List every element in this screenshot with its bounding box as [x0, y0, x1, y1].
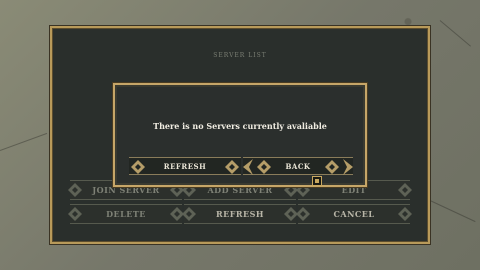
diamond-icon — [182, 207, 196, 221]
diamond-icon — [68, 207, 82, 221]
diamond-icon — [225, 160, 239, 174]
no-servers-dialog: There is no Servers currently avaliable … — [113, 83, 367, 187]
dialog-refresh-label: REFRESH — [163, 161, 207, 171]
dialog-refresh-button[interactable]: REFRESH — [129, 157, 241, 175]
diamond-icon — [325, 160, 339, 174]
diamond-icon — [68, 183, 82, 197]
cancel-button[interactable]: CANCEL — [296, 204, 412, 224]
background-crack — [0, 132, 48, 151]
server-list-title: SERVER LIST — [213, 52, 267, 59]
refresh-list-button[interactable]: REFRESH — [182, 204, 298, 224]
diamond-icon — [398, 183, 412, 197]
diamond-icon — [398, 207, 412, 221]
diamond-icon — [284, 207, 298, 221]
background-crack — [439, 20, 471, 47]
cursor-icon — [312, 176, 322, 186]
diamond-icon — [131, 160, 145, 174]
background-crack — [429, 200, 476, 223]
chevron-right-icon — [343, 159, 353, 175]
diamond-icon — [296, 207, 310, 221]
dialog-back-button[interactable]: BACK — [243, 157, 353, 175]
delete-label: DELETE — [106, 209, 146, 219]
dialog-message: There is no Servers currently avaliable — [153, 121, 327, 131]
refresh-list-label: REFRESH — [215, 209, 264, 219]
cancel-label: CANCEL — [333, 209, 375, 219]
delete-button[interactable]: DELETE — [68, 204, 184, 224]
chevron-left-icon — [243, 159, 253, 175]
dialog-back-label: BACK — [285, 161, 311, 171]
diamond-icon — [257, 160, 271, 174]
diamond-icon — [170, 207, 184, 221]
